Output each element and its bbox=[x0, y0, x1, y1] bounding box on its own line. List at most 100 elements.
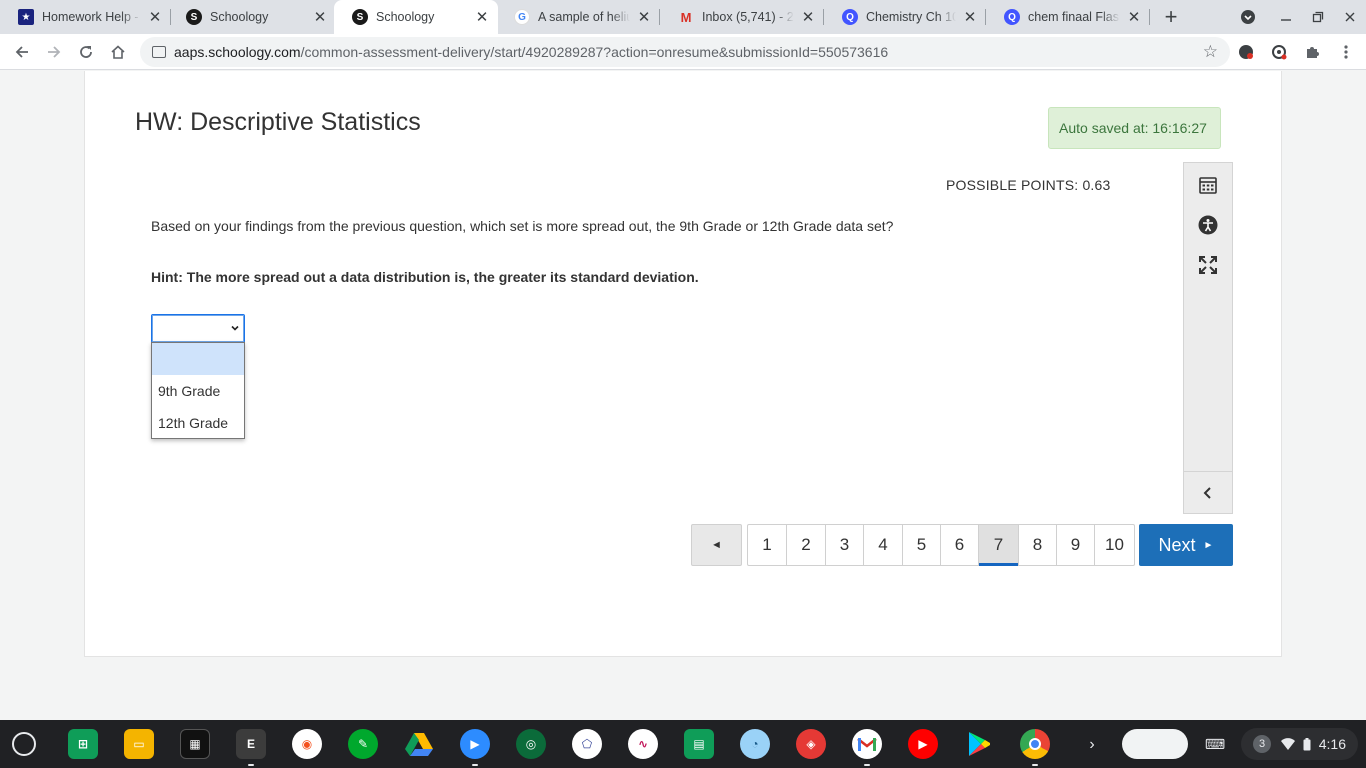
desmos-app-icon[interactable]: ∿ bbox=[628, 729, 658, 759]
pentagon-app-icon[interactable]: ⬠ bbox=[572, 729, 602, 759]
page-button-4[interactable]: 4 bbox=[864, 525, 903, 565]
launcher-icon[interactable] bbox=[12, 732, 36, 756]
possible-points: POSSIBLE POINTS: 0.63 bbox=[946, 177, 1111, 193]
page-button-1[interactable]: 1 bbox=[748, 525, 787, 565]
page-button-5[interactable]: 5 bbox=[903, 525, 941, 565]
tab-search-icon[interactable] bbox=[1236, 0, 1260, 34]
calculator-icon[interactable] bbox=[1196, 173, 1220, 197]
close-tab-icon[interactable]: ✕ bbox=[800, 9, 816, 26]
youtube-app-icon[interactable]: ▶ bbox=[908, 729, 938, 759]
page-button-3[interactable]: 3 bbox=[826, 525, 864, 565]
accessibility-icon[interactable] bbox=[1196, 213, 1220, 237]
reload-icon[interactable] bbox=[72, 38, 100, 66]
close-window-icon[interactable] bbox=[1338, 0, 1362, 34]
tab-title: Schoology bbox=[376, 10, 435, 24]
browser-tab[interactable]: M Inbox (5,741) - 202 ✕ bbox=[660, 0, 824, 34]
site-info-icon[interactable] bbox=[152, 46, 166, 58]
page-button-8[interactable]: 8 bbox=[1019, 525, 1057, 565]
restore-icon[interactable] bbox=[1306, 0, 1330, 34]
quizlet-icon: Q bbox=[842, 9, 858, 25]
schoology-icon: S bbox=[352, 9, 368, 25]
next-button[interactable]: Next ► bbox=[1139, 524, 1233, 566]
fullscreen-icon[interactable] bbox=[1196, 253, 1220, 277]
page-title: HW: Descriptive Statistics bbox=[135, 108, 421, 136]
screen-recorder-app-icon[interactable]: ◈ bbox=[796, 729, 826, 759]
gmail-icon: M bbox=[680, 9, 692, 25]
assessment-card: HW: Descriptive Statistics Auto saved at… bbox=[84, 71, 1282, 657]
close-tab-icon[interactable]: ✕ bbox=[962, 9, 978, 26]
browser-tab[interactable]: G A sample of heliur ✕ bbox=[496, 0, 660, 34]
wifi-icon bbox=[1281, 738, 1295, 750]
close-tab-icon[interactable]: ✕ bbox=[312, 9, 328, 26]
zoom-app-icon[interactable]: ▶ bbox=[460, 729, 490, 766]
close-tab-icon[interactable]: ✕ bbox=[474, 9, 490, 26]
tab-title: A sample of heliur bbox=[538, 10, 630, 24]
browser-tab[interactable]: Q Chemistry Ch 10 C ✕ bbox=[824, 0, 986, 34]
collapse-sidebar-button[interactable] bbox=[1184, 471, 1232, 513]
google-sheets-app-icon[interactable]: ▤ bbox=[684, 729, 714, 759]
close-tab-icon[interactable]: ✕ bbox=[147, 9, 163, 26]
close-tab-icon[interactable]: ✕ bbox=[1126, 9, 1142, 26]
browser-toolbar: aaps.schoology.com/common-assessment-del… bbox=[0, 34, 1366, 70]
home-icon[interactable] bbox=[104, 38, 132, 66]
browser-tab[interactable]: Q chem finaal Flash ✕ bbox=[986, 0, 1150, 34]
menu-kebab-icon[interactable] bbox=[1336, 42, 1356, 62]
page-button-6[interactable]: 6 bbox=[941, 525, 979, 565]
address-bar[interactable]: aaps.schoology.com/common-assessment-del… bbox=[140, 37, 1230, 67]
page-content: HW: Descriptive Statistics Auto saved at… bbox=[0, 71, 1366, 720]
minimize-icon[interactable] bbox=[1274, 0, 1298, 34]
extension-icon[interactable] bbox=[1236, 42, 1256, 62]
extension-icon[interactable] bbox=[1269, 42, 1289, 62]
page-button-2[interactable]: 2 bbox=[787, 525, 826, 565]
tab-title: Inbox (5,741) - 202 bbox=[702, 10, 794, 24]
chat-app-icon[interactable]: ◔ bbox=[740, 729, 770, 759]
chevron-down-icon bbox=[231, 325, 239, 331]
chevron-left-icon bbox=[1203, 486, 1211, 499]
close-tab-icon[interactable]: ✕ bbox=[636, 9, 652, 26]
gmail-app-icon[interactable] bbox=[852, 729, 882, 766]
evernote-app-icon[interactable]: ✎ bbox=[348, 729, 378, 759]
chrome-app-icon[interactable] bbox=[1020, 729, 1050, 766]
forward-icon[interactable] bbox=[40, 38, 68, 66]
url-path: /common-assessment-delivery/start/492028… bbox=[300, 44, 889, 60]
os-shelf: ⊞ ▭ ▦ E ◉ ✎ ▶ ◎ ⬠ ∿ ▤ ◔ ◈ ▶ › ⌨ 3 4:16 bbox=[0, 720, 1366, 768]
page-button-10[interactable]: 10 bbox=[1095, 525, 1134, 565]
notification-count: 3 bbox=[1253, 735, 1271, 753]
browser-tab[interactable]: ★ Homework Help - I ✕ bbox=[0, 0, 171, 34]
answer-select[interactable] bbox=[151, 314, 245, 343]
next-label: Next bbox=[1158, 534, 1196, 555]
new-tab-icon[interactable]: + bbox=[1158, 4, 1184, 30]
chevron-right-icon[interactable]: › bbox=[1080, 733, 1104, 757]
back-icon[interactable] bbox=[8, 38, 36, 66]
extensions-puzzle-icon[interactable] bbox=[1302, 42, 1322, 62]
browser-tab-active[interactable]: S Schoology ✕ bbox=[334, 0, 498, 34]
sheets-calc-app-icon[interactable]: ⊞ bbox=[68, 729, 98, 759]
play-store-app-icon[interactable] bbox=[964, 729, 994, 759]
star-icon: ★ bbox=[18, 9, 34, 25]
dropdown-option-12th-grade[interactable]: 12th Grade bbox=[152, 407, 244, 439]
tools-sidebar bbox=[1183, 162, 1233, 514]
google-drive-app-icon[interactable] bbox=[404, 729, 434, 759]
clock: 4:16 bbox=[1318, 736, 1346, 752]
slides-app-icon[interactable]: ▭ bbox=[124, 729, 154, 759]
browser-tab[interactable]: S Schoology ✕ bbox=[168, 0, 336, 34]
page-button-9[interactable]: 9 bbox=[1057, 525, 1095, 565]
keyboard-icon[interactable]: ⌨ bbox=[1203, 734, 1227, 754]
question-text: Based on your findings from the previous… bbox=[151, 218, 894, 234]
bookmark-star-icon[interactable]: ☆ bbox=[1203, 42, 1218, 62]
epub-app-icon[interactable]: E bbox=[236, 729, 266, 766]
calculator-app-icon[interactable]: ▦ bbox=[180, 729, 210, 759]
dropdown-option-blank[interactable] bbox=[152, 343, 244, 375]
screencast-app-icon[interactable]: ◉ bbox=[292, 729, 322, 759]
previous-question-button[interactable]: ◄ bbox=[691, 524, 742, 566]
status-tray[interactable]: 3 4:16 bbox=[1241, 728, 1358, 760]
schoology-icon: S bbox=[186, 9, 202, 25]
battery-icon bbox=[1303, 737, 1311, 750]
autosave-status: Auto saved at: 16:16:27 bbox=[1048, 107, 1221, 149]
holding-space-icon[interactable] bbox=[1122, 729, 1188, 759]
dropdown-option-9th-grade[interactable]: 9th Grade bbox=[152, 375, 244, 407]
next-arrow-icon: ► bbox=[1203, 539, 1214, 551]
geogebra-app-icon[interactable]: ◎ bbox=[516, 729, 546, 759]
url-domain: aaps.schoology.com bbox=[174, 44, 301, 60]
page-button-7-current[interactable]: 7 bbox=[979, 525, 1019, 566]
